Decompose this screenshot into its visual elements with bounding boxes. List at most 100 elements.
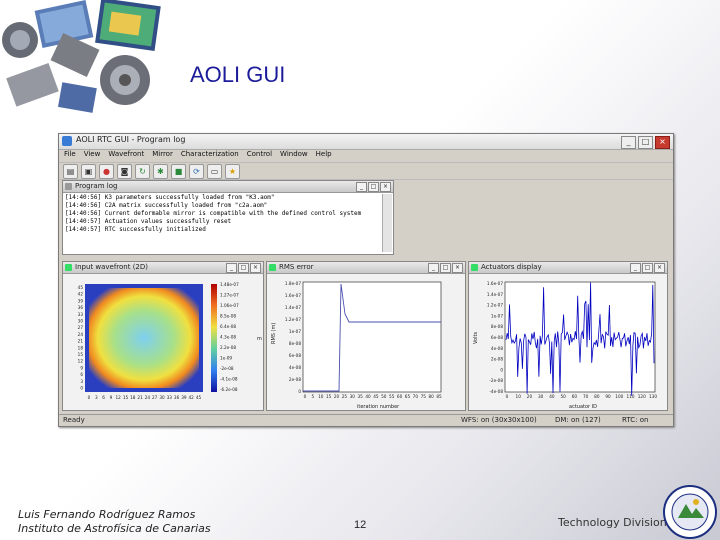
x-tick-label: 10 bbox=[318, 394, 324, 399]
colorbar-tick-label: -4.1e-08 bbox=[220, 377, 238, 382]
record-icon[interactable]: ● bbox=[99, 163, 114, 179]
menu-view[interactable]: View bbox=[84, 150, 101, 161]
rms-header[interactable]: RMS error _ □ × bbox=[267, 262, 465, 274]
y-tick-label: 4e-08 bbox=[491, 346, 503, 351]
x-tick-label: 9 bbox=[110, 395, 113, 400]
panel-maximize-button[interactable]: □ bbox=[440, 263, 451, 273]
y-tick-label: 18 bbox=[78, 345, 84, 350]
y-tick-label: 8e-08 bbox=[491, 324, 503, 329]
actuators-icon bbox=[471, 264, 478, 271]
x-tick-label: 50 bbox=[560, 394, 566, 399]
colorbar-tick-label: -6.2e-08 bbox=[220, 387, 238, 392]
x-tick-label: 60 bbox=[572, 394, 578, 399]
wavefront-header[interactable]: Input wavefront (2D) _ □ × bbox=[63, 262, 263, 274]
x-tick-label: 75 bbox=[421, 394, 427, 399]
menu-file[interactable]: File bbox=[64, 150, 76, 161]
x-tick-label: 24 bbox=[145, 395, 151, 400]
x-tick-label: 21 bbox=[137, 395, 143, 400]
x-tick-label: 50 bbox=[381, 394, 387, 399]
colorbar-tick-label: 2.2e-08 bbox=[220, 345, 236, 350]
panel-close-button[interactable]: × bbox=[654, 263, 665, 273]
x-tick-label: 27 bbox=[152, 395, 158, 400]
x-tick-label: 40 bbox=[549, 394, 555, 399]
x-tick-label: 3 bbox=[95, 395, 98, 400]
y-tick-label: 6e-08 bbox=[289, 353, 301, 358]
y-tick-label: 1.6e-07 bbox=[285, 293, 301, 298]
menu-help[interactable]: Help bbox=[316, 150, 332, 161]
y-tick-label: 0 bbox=[298, 389, 301, 394]
panel-minimize-button[interactable]: _ bbox=[428, 263, 439, 273]
wavefront-panel: Input wavefront (2D) _ □ × 1.48e-07 1.27… bbox=[62, 261, 264, 411]
wavefront-title: Input wavefront (2D) bbox=[75, 263, 148, 271]
folder-icon[interactable]: ▤ bbox=[63, 163, 78, 179]
y-tick-label: 1.4e-07 bbox=[285, 305, 301, 310]
window-titlebar[interactable]: AOLI RTC GUI - Program log _ □ × bbox=[59, 134, 673, 150]
x-tick-label: 70 bbox=[413, 394, 419, 399]
refresh-icon[interactable]: ↻ bbox=[135, 163, 150, 179]
panel-minimize-button[interactable]: _ bbox=[630, 263, 641, 273]
sync-icon[interactable]: ⟳ bbox=[189, 163, 204, 179]
rms-icon bbox=[269, 264, 276, 271]
panel-minimize-button[interactable]: _ bbox=[356, 182, 367, 192]
x-tick-label: 0 bbox=[88, 395, 91, 400]
panel-minimize-button[interactable]: _ bbox=[226, 263, 237, 273]
monitor-icon[interactable]: ▭ bbox=[207, 163, 222, 179]
panel-maximize-button[interactable]: □ bbox=[238, 263, 249, 273]
menu-mirror[interactable]: Mirror bbox=[152, 150, 173, 161]
minimize-button[interactable]: _ bbox=[621, 136, 636, 149]
menu-window[interactable]: Window bbox=[280, 150, 308, 161]
panel-maximize-button[interactable]: □ bbox=[368, 182, 379, 192]
y-tick-label: 8e-08 bbox=[289, 341, 301, 346]
actuators-header[interactable]: Actuators display _ □ × bbox=[469, 262, 667, 274]
menu-wavefront[interactable]: Wavefront bbox=[108, 150, 144, 161]
colorbar-tick-label: 1.27e-07 bbox=[220, 293, 239, 298]
y-tick-label: 33 bbox=[78, 312, 84, 317]
y-tick-label: 1e-07 bbox=[491, 313, 503, 318]
x-tick-label: 110 bbox=[627, 394, 635, 399]
close-button[interactable]: × bbox=[655, 136, 670, 149]
stop-icon[interactable]: ■ bbox=[171, 163, 186, 179]
menu-control[interactable]: Control bbox=[247, 150, 272, 161]
x-tick-label: 130 bbox=[649, 394, 657, 399]
y-tick-label: 4e-08 bbox=[289, 365, 301, 370]
y-tick-label: 2e-08 bbox=[491, 357, 503, 362]
program-log-panel: Program log _ □ × [14:40:56] K3 paramete… bbox=[62, 180, 394, 255]
toolbar: ▤ ▣ ● ◙ ↻ ✱ ■ ⟳ ▭ ★ bbox=[59, 162, 673, 180]
save-icon[interactable]: ▣ bbox=[81, 163, 96, 179]
x-tick-label: 33 bbox=[167, 395, 173, 400]
y-tick-label: 39 bbox=[78, 298, 84, 303]
status-wfs: WFS: on (30x30x100) bbox=[461, 416, 537, 424]
camera-icon[interactable]: ◙ bbox=[117, 163, 132, 179]
panel-close-button[interactable]: × bbox=[250, 263, 261, 273]
institute-seal-logo bbox=[663, 485, 717, 539]
maximize-button[interactable]: □ bbox=[638, 136, 653, 149]
colorbar bbox=[211, 284, 217, 392]
x-tick-label: 25 bbox=[342, 394, 348, 399]
log-line: [14:40:56] C2A matrix successfully loade… bbox=[65, 202, 268, 209]
y-tick-label: 0 bbox=[80, 386, 83, 391]
actuators-ylabel: Volts bbox=[473, 332, 479, 344]
settings-icon[interactable]: ✱ bbox=[153, 163, 168, 179]
panel-close-button[interactable]: × bbox=[452, 263, 463, 273]
program-log-header[interactable]: Program log _ □ × bbox=[63, 181, 393, 193]
telescope-collage-image bbox=[0, 0, 180, 125]
x-tick-label: 15 bbox=[123, 395, 129, 400]
x-tick-label: 45 bbox=[196, 395, 202, 400]
menu-characterization[interactable]: Characterization bbox=[181, 150, 239, 161]
log-scrollbar[interactable] bbox=[382, 194, 392, 252]
star-icon[interactable]: ★ bbox=[225, 163, 240, 179]
y-tick-label: 24 bbox=[78, 332, 84, 337]
x-tick-label: 80 bbox=[428, 394, 434, 399]
y-tick-label: 45 bbox=[78, 285, 84, 290]
y-tick-label: 21 bbox=[78, 339, 84, 344]
panel-maximize-button[interactable]: □ bbox=[642, 263, 653, 273]
panel-close-button[interactable]: × bbox=[380, 182, 391, 192]
wavefront-map bbox=[89, 288, 199, 388]
actuators-title: Actuators display bbox=[481, 263, 542, 271]
x-tick-label: 70 bbox=[583, 394, 589, 399]
y-tick-label: 6 bbox=[80, 372, 83, 377]
rms-title: RMS error bbox=[279, 263, 314, 271]
log-line: [14:40:57] RTC successfully initialized bbox=[65, 226, 206, 233]
app-window: AOLI RTC GUI - Program log _ □ × File Vi… bbox=[58, 133, 674, 427]
y-tick-label: 3 bbox=[80, 379, 83, 384]
